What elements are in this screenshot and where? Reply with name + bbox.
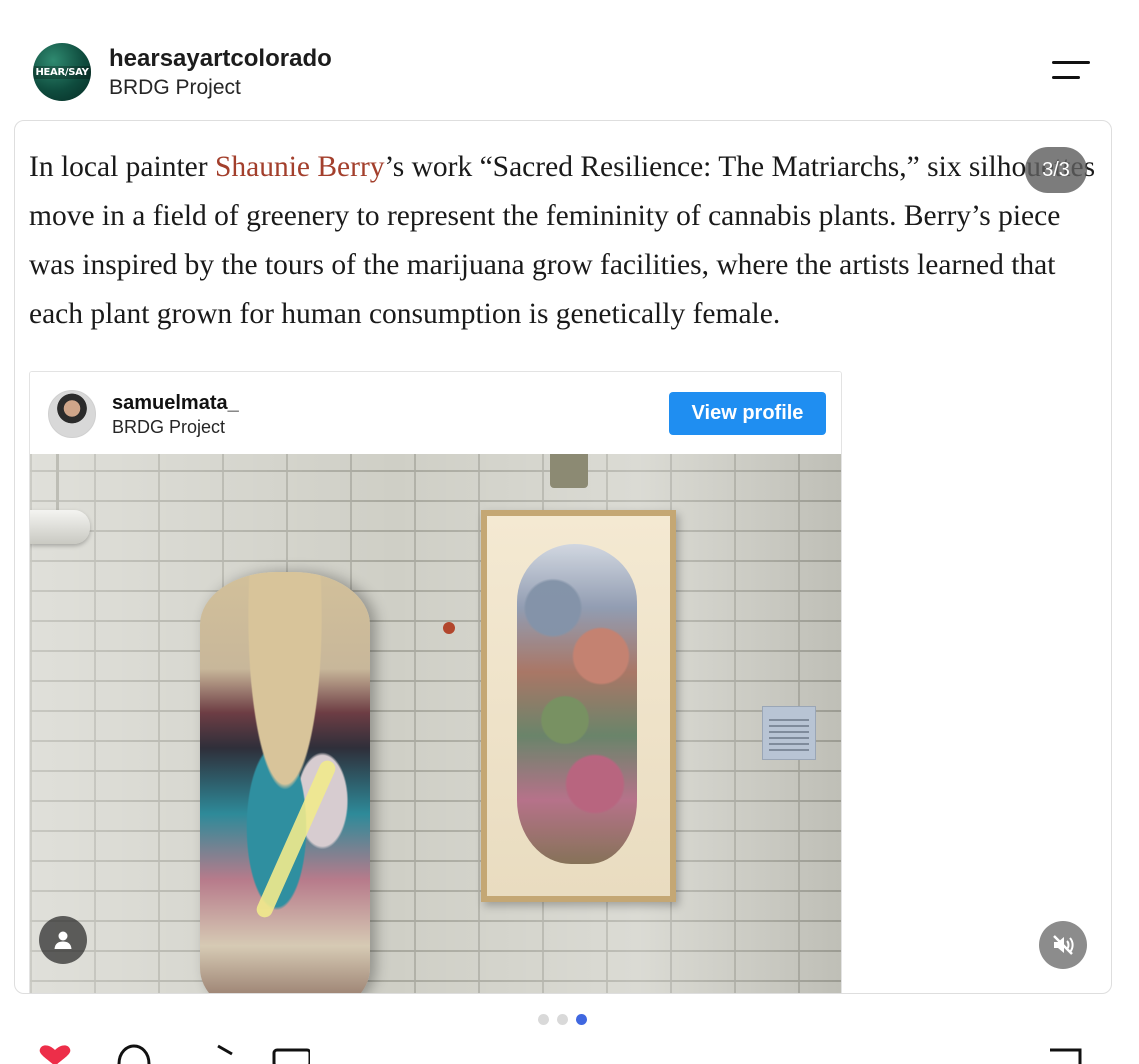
- article-text-part1: In local painter: [29, 151, 215, 183]
- person-glyph: [54, 931, 72, 949]
- artist-link[interactable]: Shaunie Berry: [215, 151, 385, 183]
- embed-username[interactable]: samuelmata_: [112, 392, 239, 415]
- account-subtitle: BRDG Project: [109, 76, 241, 99]
- light-wire: [56, 454, 59, 512]
- hamburger-menu-icon[interactable]: [1050, 58, 1092, 84]
- save-icon[interactable]: [1046, 1044, 1084, 1064]
- brick-wall: [30, 454, 841, 993]
- emergency-light: [30, 510, 90, 544]
- avatar-logo-text: HEAR/SAY: [33, 65, 91, 79]
- embed-header: samuelmata_ BRDG Project View profile: [30, 372, 841, 454]
- embed-avatar[interactable]: [48, 390, 96, 438]
- carousel-dots: [538, 1014, 588, 1026]
- share-icon[interactable]: [210, 1044, 248, 1064]
- speaker-glyph: [1053, 935, 1074, 955]
- account-avatar[interactable]: HEAR/SAY: [33, 43, 91, 101]
- ceiling-box: [550, 454, 588, 488]
- artwork-mat: [487, 516, 670, 896]
- slide-counter: 3/3: [1025, 147, 1087, 193]
- carousel-slide: In local painter Shaunie Berry’s work “S…: [14, 120, 1112, 994]
- account-name[interactable]: hearsayartcolorado: [109, 45, 332, 73]
- post-header: HEAR/SAY hearsayartcolorado BRDG Project: [0, 0, 1139, 120]
- article-paragraph: In local painter Shaunie Berry’s work “S…: [29, 143, 1101, 339]
- carousel-dot[interactable]: [538, 1014, 549, 1025]
- collage-artwork: [517, 544, 637, 864]
- wall-marker: [443, 622, 455, 634]
- carousel-dot[interactable]: [557, 1014, 568, 1025]
- framed-artwork: [481, 510, 676, 902]
- embedded-instagram-post: samuelmata_ BRDG Project View profile: [29, 371, 842, 993]
- embed-subtitle: BRDG Project: [112, 417, 226, 437]
- person-icon[interactable]: [39, 916, 87, 964]
- comment-icon[interactable]: [115, 1044, 153, 1064]
- wall-label-placard: [762, 706, 816, 760]
- heart-icon[interactable]: [36, 1044, 74, 1064]
- view-profile-button[interactable]: View profile: [669, 392, 826, 435]
- fabric-sculpture: [200, 572, 370, 993]
- bookmark-icon[interactable]: [272, 1044, 310, 1064]
- carousel-dot-active[interactable]: [576, 1014, 587, 1025]
- gallery-photo[interactable]: [30, 454, 841, 993]
- speaker-muted-icon[interactable]: [1039, 921, 1087, 969]
